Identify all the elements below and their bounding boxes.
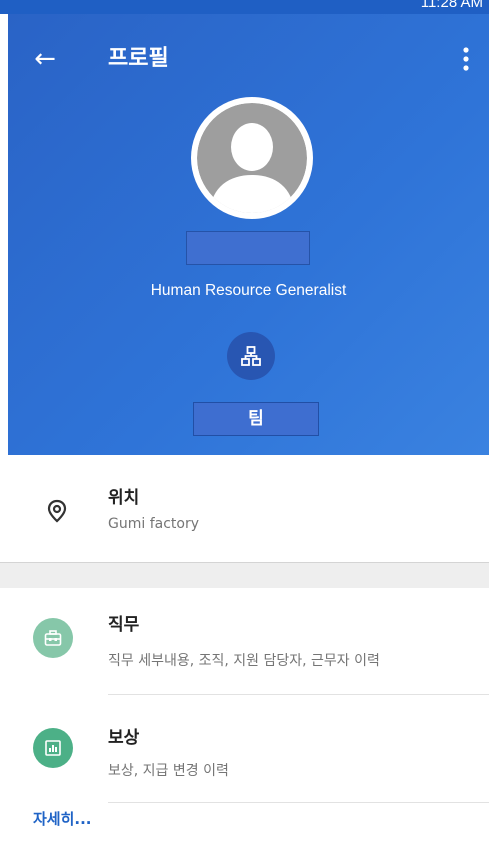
- briefcase-icon: [44, 630, 62, 646]
- default-avatar-icon: [197, 103, 307, 213]
- avatar[interactable]: [191, 97, 313, 219]
- more-details-link[interactable]: 자세히...: [33, 808, 92, 829]
- org-chart-button[interactable]: [227, 332, 275, 380]
- compensation-title: 보상: [108, 728, 140, 748]
- location-pin-icon: [47, 499, 67, 523]
- location-row[interactable]: 위치 Gumi factory: [0, 455, 489, 562]
- compensation-icon-badge: [33, 728, 73, 768]
- compensation-subtitle: 보상, 지급 변경 이력: [108, 763, 229, 779]
- job-title-label: 직무: [108, 615, 140, 635]
- job-title: Human Resource Generalist: [150, 282, 347, 299]
- list-divider: [108, 694, 489, 695]
- job-subtitle: 직무 세부내용, 조직, 지원 담당자, 근무자 이력: [108, 653, 380, 669]
- report-chart-icon: [45, 740, 61, 756]
- profile-sections-list: 직무 직무 세부내용, 조직, 지원 담당자, 근무자 이력 보상 보상, 지급…: [0, 588, 489, 851]
- more-vert-icon[interactable]: [453, 42, 479, 76]
- back-arrow-icon[interactable]: ←: [28, 44, 62, 74]
- status-clock: 11:28 AM: [420, 0, 483, 11]
- location-value: Gumi factory: [108, 516, 199, 532]
- org-chart-icon: [241, 346, 261, 366]
- team-label[interactable]: 팀: [193, 402, 319, 436]
- page-title: 프로필: [108, 46, 169, 71]
- job-icon-badge: [33, 618, 73, 658]
- list-divider: [108, 802, 489, 803]
- section-divider: [0, 562, 489, 588]
- location-title: 위치: [108, 488, 140, 508]
- profile-header: ← 프로필 Human Resource Generalist 팀: [8, 14, 489, 455]
- employee-name-redacted: [186, 231, 310, 265]
- status-bar: 11:28 AM: [0, 0, 489, 14]
